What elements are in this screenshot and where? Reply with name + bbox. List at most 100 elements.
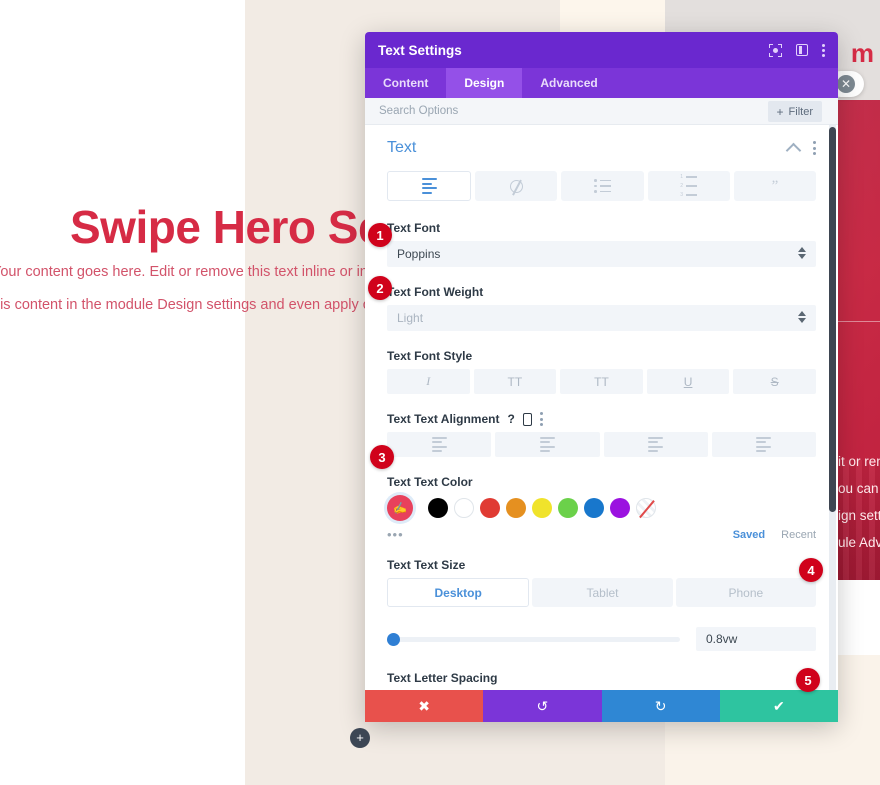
unordered-list-icon [594, 179, 611, 193]
swatch-green[interactable] [558, 498, 578, 518]
segment-no-format[interactable] [475, 171, 558, 201]
kebab-menu-icon[interactable] [813, 141, 816, 155]
align-justify-button[interactable] [711, 432, 816, 457]
tab-design[interactable]: Design [446, 68, 523, 98]
undo-button[interactable]: ↺ [483, 690, 602, 722]
align-right-button[interactable] [603, 432, 708, 457]
question-mark-icon[interactable]: ? [507, 412, 514, 426]
modal-header-actions [769, 43, 825, 57]
device-tab-tablet[interactable]: Tablet [532, 578, 673, 607]
section-title: Text [387, 139, 417, 156]
section-header: Text [387, 139, 816, 158]
save-button[interactable]: ✔ [719, 690, 838, 722]
text-font-label: Text Font [387, 221, 441, 235]
text-font-select[interactable]: Poppins [387, 241, 816, 267]
segment-blockquote[interactable]: ” [733, 171, 817, 201]
underline-button[interactable]: U [646, 369, 730, 394]
photo-text-line: ule Adva [838, 535, 880, 550]
segment-unordered-list[interactable] [561, 171, 644, 201]
kebab-menu-icon[interactable] [822, 43, 825, 57]
more-colors-button[interactable]: ••• [387, 527, 733, 542]
align-center-icon [539, 436, 555, 453]
swatch-white[interactable] [454, 498, 474, 518]
kebab-menu-icon[interactable] [539, 412, 543, 426]
text-settings-modal: Text Settings Content Design Advanced Se… [365, 32, 838, 722]
text-size-input[interactable]: 0.8vw [696, 627, 816, 651]
selected-color-swatch[interactable]: ✍ [387, 495, 413, 521]
device-tabs: Desktop Tablet Phone [387, 578, 816, 607]
hero-title: Swipe Hero Se [70, 201, 384, 253]
italic-button[interactable]: I [387, 369, 470, 394]
modal-footer: ✖ ↺ ↻ ✔ [365, 690, 838, 722]
text-font-weight-value: Light [397, 311, 424, 325]
settings-body: Text 1 2 3 ” Text Font Poppins Text Font… [365, 125, 838, 690]
layout-panel-icon[interactable] [796, 44, 808, 56]
capitalize-button[interactable]: TT [560, 369, 643, 394]
cancel-button[interactable]: ✖ [365, 690, 484, 722]
saved-colors-tab[interactable]: Saved [733, 529, 765, 541]
align-right-icon [648, 436, 664, 453]
modal-header: Text Settings [365, 32, 838, 68]
hero-title-overflow: m [850, 38, 874, 68]
annotation-badge-1: 1 [368, 223, 392, 247]
text-align-icon [421, 178, 437, 194]
blockquote-icon: ” [771, 178, 779, 194]
align-left-icon [431, 436, 447, 453]
annotation-badge-3: 3 [370, 445, 394, 469]
photo-text-line: it or rem [838, 454, 880, 469]
annotation-badge-2: 2 [368, 276, 392, 300]
tab-content[interactable]: Content [365, 68, 446, 98]
phone-icon[interactable] [522, 412, 532, 426]
page-left-column [0, 0, 245, 785]
annotation-badge-5: 5 [796, 668, 820, 692]
chevron-up-icon[interactable] [785, 142, 802, 158]
text-type-segments: 1 2 3 ” [387, 171, 817, 201]
swatch-none[interactable] [636, 498, 656, 518]
search-bar: Search Options + Filter [365, 98, 838, 125]
swatch-purple[interactable] [610, 498, 630, 518]
focus-icon[interactable] [769, 43, 782, 57]
text-color-label: Text Text Color [387, 475, 473, 489]
text-size-slider-row: 0.8vw [387, 627, 816, 651]
recent-colors-tab[interactable]: Recent [781, 529, 816, 541]
segment-paragraph[interactable] [387, 171, 472, 201]
text-alignment-label: Text Text Alignment [387, 412, 500, 426]
photo-text-line: ign sett [838, 508, 880, 523]
swatch-orange[interactable] [506, 498, 526, 518]
add-module-button[interactable]: + [350, 728, 370, 748]
close-icon: ✕ [837, 75, 855, 93]
search-input[interactable]: Search Options [379, 105, 458, 117]
swatch-black[interactable] [428, 498, 448, 518]
scrollbar-thumb[interactable] [829, 127, 836, 512]
page-center-top-block [560, 0, 665, 32]
strikethrough-button[interactable]: S [733, 369, 816, 394]
hero-paragraph-line-1: Your content goes here. Edit or remove t… [0, 264, 409, 280]
spinner-icon [798, 311, 806, 323]
text-size-slider[interactable] [387, 632, 680, 646]
filter-button[interactable]: + Filter [767, 101, 822, 122]
swatch-red[interactable] [480, 498, 500, 518]
modal-title: Text Settings [378, 42, 462, 58]
device-tab-desktop[interactable]: Desktop [387, 578, 530, 607]
device-tab-phone[interactable]: Phone [675, 578, 816, 607]
no-format-icon [509, 179, 523, 193]
redo-button[interactable]: ↻ [601, 690, 720, 722]
hero-paragraph-line-2: his content in the module Design setting… [0, 297, 398, 313]
text-size-slider-knob[interactable] [387, 632, 400, 646]
swatch-blue[interactable] [584, 498, 604, 518]
segment-ordered-list[interactable]: 1 2 3 [647, 171, 730, 201]
text-size-label: Text Text Size [387, 558, 466, 572]
modal-tabs: Content Design Advanced [365, 68, 838, 98]
align-center-button[interactable] [495, 432, 600, 457]
swatch-yellow[interactable] [532, 498, 552, 518]
text-font-weight-select[interactable]: Light [387, 305, 816, 331]
uppercase-button[interactable]: TT [473, 369, 557, 394]
align-left-button[interactable] [387, 432, 492, 457]
annotation-badge-4: 4 [799, 558, 823, 582]
tab-advanced[interactable]: Advanced [522, 68, 615, 98]
photo-text-line: ou can [838, 481, 879, 496]
text-alignment-buttons [387, 432, 816, 457]
letter-spacing-label: Text Letter Spacing [387, 671, 498, 685]
color-meta-row: ••• Saved Recent [387, 527, 816, 542]
align-justify-icon [756, 436, 772, 453]
